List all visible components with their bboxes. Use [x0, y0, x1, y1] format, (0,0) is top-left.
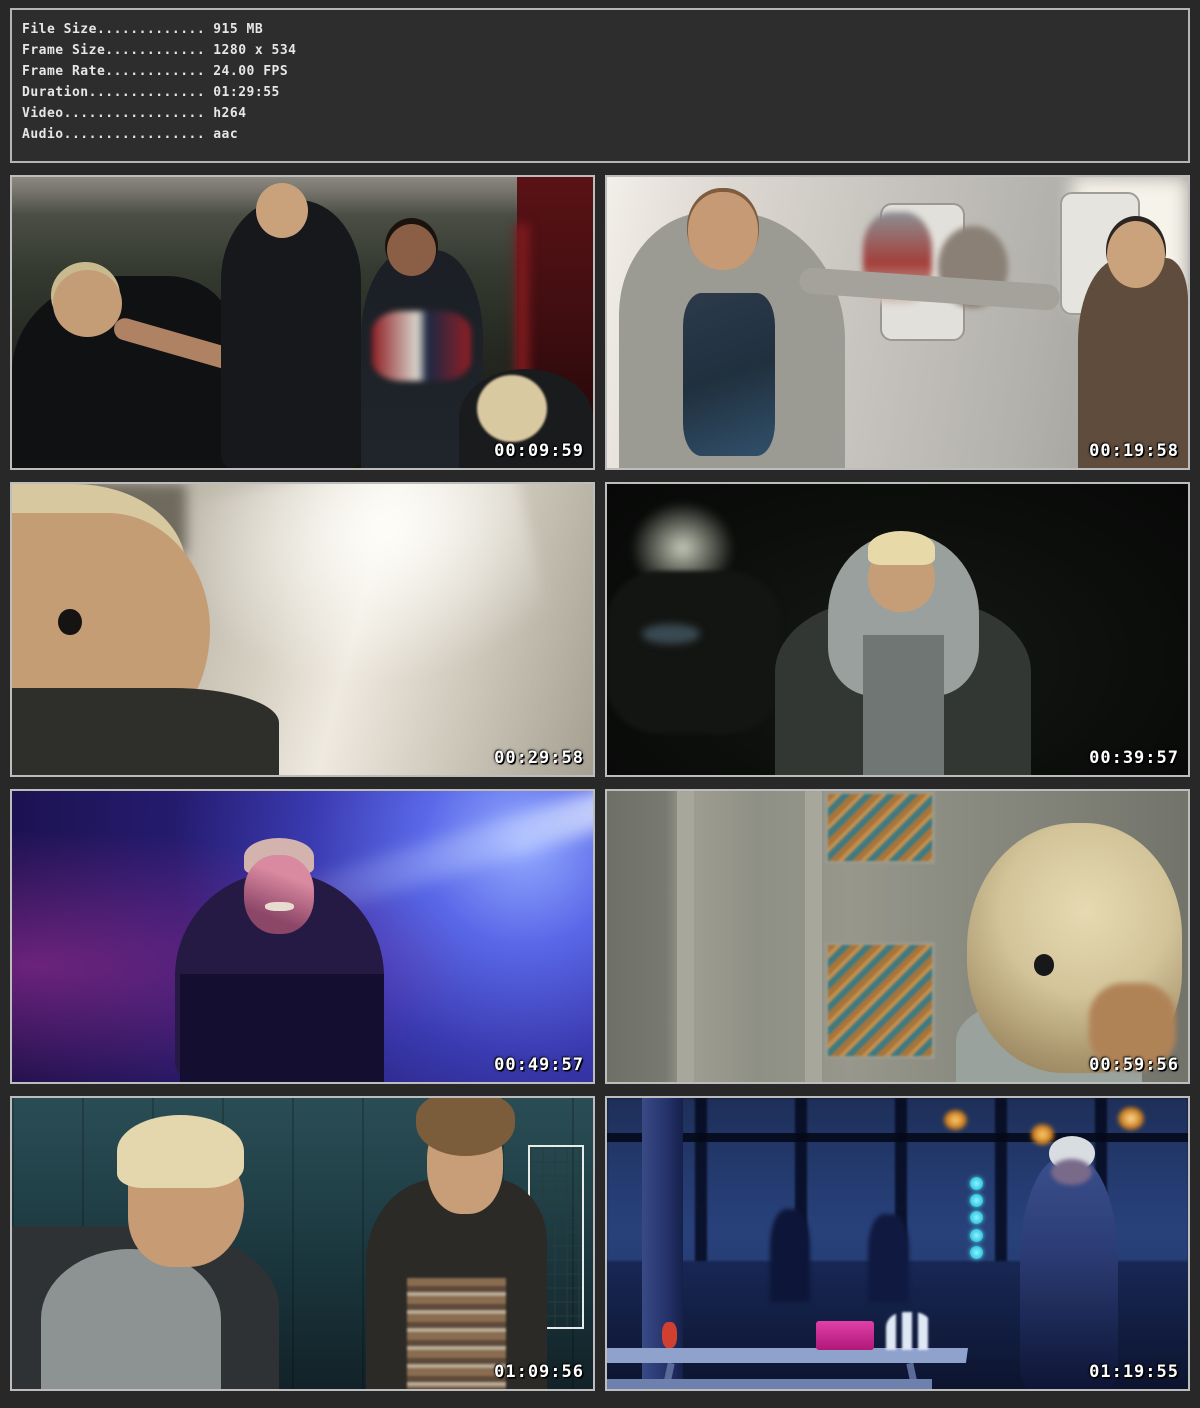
light-glow: [970, 1229, 983, 1242]
file-info-label: Video.................: [22, 106, 205, 121]
scene-shape: [886, 1312, 932, 1350]
media-info-page: { "file_info": { "rows": [ {"label": "Fi…: [0, 8, 1200, 1408]
file-info-row-filesize: File Size............. 915 MB: [22, 19, 1188, 40]
file-info-row-duration: Duration.............. 01:29:55: [22, 82, 1188, 103]
file-info-label: Frame Size............: [22, 43, 205, 58]
light-glow: [944, 1110, 967, 1130]
scene-shape: [58, 609, 81, 635]
file-info-value: 1280 x 534: [213, 43, 296, 58]
screenshot-thumb-2: 00:19:58: [605, 175, 1190, 470]
person-silhouette: [180, 974, 383, 1082]
person-silhouette: [256, 183, 308, 238]
file-info-value: 24.00 FPS: [213, 64, 288, 79]
scene-shape: [662, 1322, 677, 1348]
scene-shape: [863, 635, 944, 775]
person-silhouette: [770, 1209, 811, 1302]
file-info-label: Audio.................: [22, 127, 205, 142]
file-info-value: h264: [213, 106, 246, 121]
person-silhouette: [244, 855, 314, 934]
screenshot-thumb-5: 00:49:57: [10, 789, 595, 1084]
timestamp-overlay: 00:09:59: [494, 441, 584, 461]
file-info-row-audio: Audio................. aac: [22, 124, 1188, 145]
file-info-label: Frame Rate............: [22, 64, 205, 79]
person-silhouette: [12, 688, 279, 775]
scene-shape: [607, 1379, 932, 1389]
screenshot-thumb-8: 01:19:55: [605, 1096, 1190, 1391]
screenshot-thumb-4: 00:39:57: [605, 482, 1190, 777]
light-glow: [1031, 1124, 1054, 1144]
scene-shape: [677, 791, 694, 1082]
file-info-row-framerate: Frame Rate............ 24.00 FPS: [22, 61, 1188, 82]
scene-shape: [607, 571, 781, 734]
person-silhouette: [1107, 221, 1165, 288]
scene-shape: [265, 902, 294, 911]
screenshot-grid: 00:09:59 00:19:58 00:29:58 00:39:57: [10, 175, 1190, 1391]
scene-shape: [816, 1321, 874, 1350]
file-info-value: 915 MB: [213, 22, 263, 37]
timestamp-overlay: 00:39:57: [1089, 748, 1179, 768]
person-silhouette: [53, 270, 123, 337]
scene-shape: [805, 791, 822, 1082]
timestamp-overlay: 00:19:58: [1089, 441, 1179, 461]
file-info-row-video: Video................. h264: [22, 103, 1188, 124]
file-info-label: Duration..............: [22, 85, 205, 100]
screenshot-thumb-7: 01:09:56: [10, 1096, 595, 1391]
person-silhouette: [1078, 258, 1188, 468]
person-silhouette: [41, 1249, 221, 1389]
scene-shape: [825, 942, 936, 1059]
timestamp-overlay: 00:29:58: [494, 748, 584, 768]
file-info-value: 01:29:55: [213, 85, 280, 100]
scene-shape: [1034, 954, 1054, 976]
person-silhouette: [868, 1214, 909, 1301]
timestamp-overlay: 01:19:55: [1089, 1362, 1179, 1382]
light-glow: [970, 1177, 983, 1190]
screenshot-thumb-6: 00:59:56: [605, 789, 1190, 1084]
scene-shape: [607, 1133, 1188, 1142]
file-info-label: File Size.............: [22, 22, 205, 37]
scene-shape: [407, 1278, 506, 1389]
person-silhouette: [117, 1115, 245, 1188]
person-silhouette: [477, 375, 547, 442]
person-silhouette: [688, 192, 758, 271]
file-info-value: aac: [213, 127, 238, 142]
scene-shape: [605, 1348, 968, 1363]
person-silhouette: [12, 276, 233, 468]
scene-shape: [683, 293, 776, 456]
screenshot-thumb-3: 00:29:58: [10, 482, 595, 777]
person-silhouette: [387, 224, 436, 276]
file-info-row-framesize: Frame Size............ 1280 x 534: [22, 40, 1188, 61]
file-info-panel: File Size............. 915 MB Frame Size.…: [10, 8, 1190, 163]
person-silhouette: [868, 531, 935, 566]
person-silhouette: [221, 200, 360, 468]
scene-shape: [167, 482, 553, 722]
screenshot-thumb-1: 00:09:59: [10, 175, 595, 470]
scene-shape: [642, 624, 700, 644]
scene-shape: [642, 1098, 683, 1389]
timestamp-overlay: 00:49:57: [494, 1055, 584, 1075]
person-silhouette: [1020, 1156, 1119, 1389]
scene-shape: [372, 311, 471, 381]
scene-shape: [825, 791, 936, 864]
timestamp-overlay: 01:09:56: [494, 1362, 584, 1382]
timestamp-overlay: 00:59:56: [1089, 1055, 1179, 1075]
